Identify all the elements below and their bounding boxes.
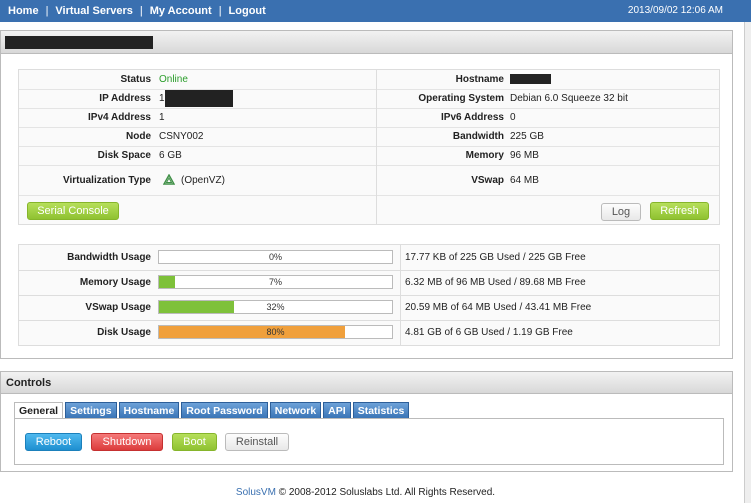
operating-system-label: Operating System	[418, 93, 504, 104]
disk-space-value: 6 GB	[159, 150, 182, 161]
nav-virtual-servers-link[interactable]: Virtual Servers	[55, 5, 132, 17]
usage-percent: 0%	[268, 252, 282, 262]
ipv4-address-label: IPv4 Address	[88, 112, 151, 123]
node-label: Node	[126, 131, 151, 142]
nav-home-link[interactable]: Home	[8, 5, 39, 17]
status-row: Status Online	[19, 70, 376, 90]
reboot-button[interactable]: Reboot	[25, 433, 82, 451]
usage-percent: 32%	[266, 302, 285, 312]
controls-panel: Controls General Settings Hostname Root …	[0, 371, 733, 472]
ipv4-address-row: IPv4 Address 1	[19, 108, 376, 128]
virtualization-type-value: (OpenVZ)	[181, 174, 225, 186]
ipv6-address-value: 0	[510, 112, 516, 123]
bandwidth-label: Bandwidth	[452, 131, 504, 142]
log-button[interactable]: Log	[601, 203, 641, 221]
usage-row: Disk Usage 80% 4.81 GB of 6 GB Used / 1.…	[19, 320, 719, 345]
tab-settings[interactable]: Settings	[65, 402, 117, 419]
hostname-label: Hostname	[455, 74, 504, 85]
usage-percent: 7%	[268, 277, 282, 287]
tab-hostname[interactable]: Hostname	[118, 402, 180, 419]
usage-progress-bar: 0%	[158, 250, 393, 264]
ipv6-address-row: IPv6 Address 0	[377, 108, 719, 128]
usage-detail: 20.59 MB of 64 MB Used / 43.41 MB Free	[400, 295, 591, 320]
vswap-row: VSwap 64 MB	[377, 165, 719, 196]
virtualization-type-row: Virtualization Type (OpenVZ)	[19, 165, 376, 196]
redacted-ip-address	[165, 90, 233, 107]
bandwidth-value: 225 GB	[510, 131, 544, 142]
vswap-label: VSwap	[471, 174, 504, 186]
usage-row: Memory Usage 7% 6.32 MB of 96 MB Used / …	[19, 270, 719, 296]
usage-row: Bandwidth Usage 0% 17.77 KB of 225 GB Us…	[19, 245, 719, 271]
reinstall-button[interactable]: Reinstall	[225, 433, 289, 451]
tab-statistics[interactable]: Statistics	[352, 402, 410, 419]
main-nav: Home | Virtual Servers | My Account | Lo…	[8, 0, 266, 22]
usage-table: Bandwidth Usage 0% 17.77 KB of 225 GB Us…	[18, 244, 720, 346]
shutdown-button[interactable]: Shutdown	[91, 433, 163, 451]
status-value: Online	[159, 74, 188, 85]
memory-label: Memory	[465, 150, 504, 161]
usage-label: Disk Usage	[97, 327, 151, 338]
usage-progress-bar: 80%	[158, 325, 393, 339]
openvz-logo-icon	[163, 174, 175, 185]
nav-separator: |	[139, 5, 143, 17]
tab-general[interactable]: General	[14, 402, 64, 419]
redacted-server-title	[5, 36, 153, 49]
virtualization-type-cell: (OpenVZ)	[163, 174, 225, 186]
controls-tab-bar: General Settings Hostname Root Password …	[14, 402, 411, 419]
usage-detail: 6.32 MB of 96 MB Used / 89.68 MB Free	[400, 270, 586, 295]
usage-row: VSwap Usage 32% 20.59 MB of 64 MB Used /…	[19, 295, 719, 321]
ipv6-address-label: IPv6 Address	[441, 112, 504, 123]
nav-separator: |	[218, 5, 222, 17]
footer-brand-link[interactable]: SolusVM	[236, 487, 276, 498]
boot-button[interactable]: Boot	[172, 433, 217, 451]
datetime-display: 2013/09/02 12:06 AM	[627, 5, 723, 16]
usage-detail: 4.81 GB of 6 GB Used / 1.19 GB Free	[400, 320, 573, 345]
ip-address-row: IP Address 1	[19, 89, 376, 109]
info-left-column: Status Online IP Address 1 IPv4 Address …	[19, 70, 377, 224]
usage-percent: 80%	[266, 327, 285, 337]
tab-root-password[interactable]: Root Password	[181, 402, 268, 419]
refresh-button[interactable]: Refresh	[650, 202, 709, 220]
info-right-column: Hostname Operating System Debian 6.0 Squ…	[377, 70, 719, 224]
server-panel-header	[1, 31, 732, 54]
usage-label: VSwap Usage	[85, 302, 151, 313]
node-row: Node CSNY002	[19, 127, 376, 147]
usage-progress-bar: 7%	[158, 275, 393, 289]
hostname-row: Hostname	[377, 70, 719, 90]
memory-value: 96 MB	[510, 150, 539, 161]
tab-api[interactable]: API	[323, 402, 351, 419]
top-nav-bar: Home | Virtual Servers | My Account | Lo…	[0, 0, 751, 22]
usage-label: Bandwidth Usage	[67, 252, 151, 263]
virtualization-type-label: Virtualization Type	[63, 174, 151, 186]
footer-copyright: © 2008-2012 Soluslabs Ltd. All Rights Re…	[278, 487, 496, 498]
disk-space-label: Disk Space	[97, 150, 151, 161]
serial-console-button[interactable]: Serial Console	[27, 202, 119, 220]
disk-space-row: Disk Space 6 GB	[19, 146, 376, 166]
nav-separator: |	[45, 5, 49, 17]
tab-network[interactable]: Network	[269, 402, 322, 419]
nav-my-account-link[interactable]: My Account	[150, 5, 212, 17]
operating-system-row: Operating System Debian 6.0 Squeeze 32 b…	[377, 89, 719, 109]
general-tab-content: Reboot Shutdown Boot Reinstall	[14, 418, 724, 465]
controls-panel-title: Controls	[1, 372, 732, 394]
page-footer: SolusVM © 2008-2012 Soluslabs Ltd. All R…	[0, 487, 731, 498]
ip-address-value: 1	[159, 93, 165, 104]
page-scrollbar[interactable]	[744, 22, 751, 503]
status-label: Status	[120, 74, 151, 85]
operating-system-value: Debian 6.0 Squeeze 32 bit	[510, 93, 628, 104]
nav-logout-link[interactable]: Logout	[229, 5, 266, 17]
server-panel: Status Online IP Address 1 IPv4 Address …	[0, 30, 733, 359]
usage-progress-bar: 32%	[158, 300, 393, 314]
redacted-hostname	[510, 74, 551, 84]
usage-label: Memory Usage	[79, 277, 151, 288]
server-info-table: Status Online IP Address 1 IPv4 Address …	[18, 69, 720, 225]
memory-row: Memory 96 MB	[377, 146, 719, 166]
ipv4-address-value: 1	[159, 112, 165, 123]
usage-detail: 17.77 KB of 225 GB Used / 225 GB Free	[400, 245, 586, 270]
node-value: CSNY002	[159, 131, 204, 142]
ip-address-label: IP Address	[99, 93, 151, 104]
vswap-value: 64 MB	[510, 174, 539, 186]
bandwidth-row: Bandwidth 225 GB	[377, 127, 719, 147]
